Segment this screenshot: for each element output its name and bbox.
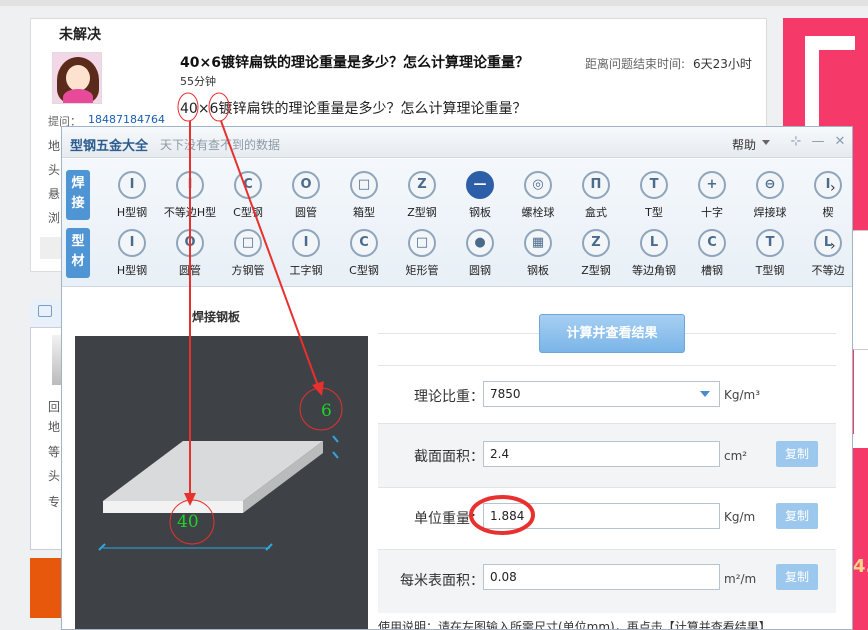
annotation-circle — [169, 499, 215, 545]
annotation-highlight — [469, 495, 535, 535]
annotation-overlay — [169, 92, 535, 545]
annotation-circle — [208, 92, 230, 122]
annotation-circle — [177, 92, 199, 122]
annotation-arrow — [220, 120, 319, 387]
